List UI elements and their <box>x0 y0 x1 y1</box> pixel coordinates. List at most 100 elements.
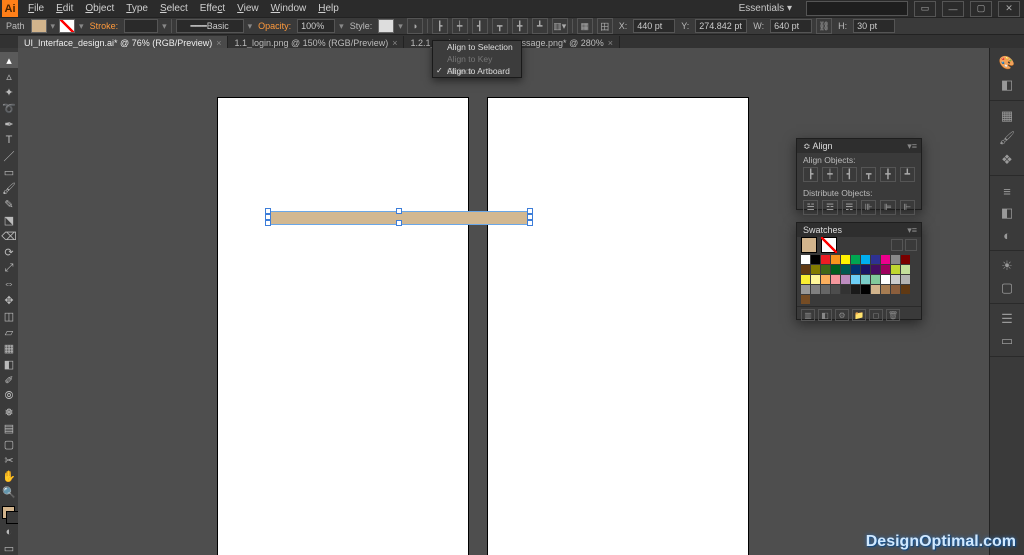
link-wh-icon[interactable]: ⛓ <box>816 18 832 34</box>
blob-brush-tool[interactable]: ⬔ <box>0 212 18 228</box>
layers-panel-icon[interactable]: ☰ <box>990 308 1024 330</box>
screen-mode-icon[interactable]: ▭ <box>0 540 18 555</box>
swatch-cell[interactable] <box>811 265 820 274</box>
new-swatch-icon[interactable]: ◻ <box>869 309 883 321</box>
swatch-cell[interactable] <box>861 275 870 284</box>
swatch-cell[interactable] <box>841 265 850 274</box>
menu-effect[interactable]: Effect <box>194 0 231 17</box>
workspace-switcher[interactable]: Essentials ▾ <box>731 3 800 14</box>
list-view-icon[interactable] <box>891 239 903 251</box>
swatch-cell[interactable] <box>841 275 850 284</box>
align-top-button[interactable]: ┳ <box>861 167 876 182</box>
selection-tool[interactable]: ▴ <box>0 52 18 68</box>
distribute-right-button[interactable]: ⊩ <box>900 200 915 215</box>
panel-menu-icon[interactable]: ▾≡ <box>903 141 921 152</box>
color-guide-panel-icon[interactable]: ◧ <box>990 74 1024 96</box>
window-maximize-icon[interactable]: ▢ <box>970 1 992 17</box>
free-transform-tool[interactable]: ✥ <box>0 292 18 308</box>
align-to-artboard-item[interactable]: ✓Align to Artboard <box>433 65 521 77</box>
artboard[interactable] <box>218 98 468 555</box>
swatch-cell[interactable] <box>891 285 900 294</box>
swatch-cell[interactable] <box>871 265 880 274</box>
magic-wand-tool[interactable]: ✦ <box>0 84 18 100</box>
lasso-tool[interactable]: ➰ <box>0 100 18 116</box>
align-bottom-button[interactable]: ┻ <box>900 167 915 182</box>
graphic-styles-panel-icon[interactable]: ▢ <box>990 277 1024 299</box>
swatch-cell[interactable] <box>861 285 870 294</box>
panel-menu-icon[interactable]: ▾≡ <box>903 225 921 236</box>
fill-swatch[interactable] <box>801 237 817 253</box>
blend-tool[interactable]: ⦾ <box>0 388 18 404</box>
rectangle-tool[interactable]: ▭ <box>0 164 18 180</box>
align-left-button[interactable]: ┣ <box>803 167 818 182</box>
brush-field[interactable]: ━━━ Basic <box>176 19 244 33</box>
opacity-field[interactable]: 100% <box>297 19 335 33</box>
swatch-kind-icon[interactable]: ◧ <box>818 309 832 321</box>
h-field[interactable]: 30 pt <box>853 19 895 33</box>
menu-select[interactable]: Select <box>154 0 194 17</box>
menu-view[interactable]: View <box>231 0 265 17</box>
swatch-cell[interactable] <box>891 275 900 284</box>
swatch-cell[interactable] <box>881 265 890 274</box>
close-tab-icon[interactable]: × <box>216 38 221 48</box>
menu-type[interactable]: Type <box>120 0 154 17</box>
align-hcenter-button[interactable]: ┿ <box>822 167 837 182</box>
swatch-cell[interactable] <box>811 285 820 294</box>
menu-file[interactable]: File <box>22 0 50 17</box>
swatch-cell[interactable] <box>841 255 850 264</box>
swatch-cell[interactable] <box>841 285 850 294</box>
transparency-panel-icon[interactable]: ◐ <box>990 224 1024 246</box>
rotate-tool[interactable]: ⟳ <box>0 244 18 260</box>
w-field[interactable]: 640 pt <box>770 19 812 33</box>
swatch-cell[interactable] <box>821 285 830 294</box>
distribute-left-button[interactable]: ⊪ <box>861 200 876 215</box>
shape-mode-icon[interactable]: ▦ <box>577 18 593 34</box>
recolor-icon[interactable]: ◑ <box>407 18 423 34</box>
pencil-tool[interactable]: ✎ <box>0 196 18 212</box>
swatch-cell[interactable] <box>831 285 840 294</box>
distribute-bottom-button[interactable]: ☴ <box>842 200 857 215</box>
menu-help[interactable]: Help <box>312 0 345 17</box>
stroke-weight-field[interactable] <box>124 19 158 33</box>
line-tool[interactable]: ／ <box>0 148 18 164</box>
color-panel-icon[interactable]: 🎨 <box>990 52 1024 74</box>
swatch-cell[interactable] <box>851 255 860 264</box>
artboard-tool[interactable]: ▢ <box>0 436 18 452</box>
align-right-button[interactable]: ┫ <box>842 167 857 182</box>
distribute-vcenter-button[interactable]: ☲ <box>822 200 837 215</box>
swatch-cell[interactable] <box>871 275 880 284</box>
align-left-icon[interactable]: ┣ <box>432 18 448 34</box>
y-field[interactable]: 274.842 pt <box>695 19 747 33</box>
swatch-cell[interactable] <box>901 265 910 274</box>
artboards-panel-icon[interactable]: ▭ <box>990 330 1024 352</box>
window-close-icon[interactable]: ✕ <box>998 1 1020 17</box>
swatch-cell[interactable] <box>851 265 860 274</box>
close-tab-icon[interactable]: × <box>392 38 397 48</box>
swatch-options-icon[interactable]: ⚙ <box>835 309 849 321</box>
mesh-tool[interactable]: ▦ <box>0 340 18 356</box>
symbols-panel-icon[interactable]: ❖ <box>990 149 1024 171</box>
swatch-cell[interactable] <box>801 285 810 294</box>
align-right-icon[interactable]: ┫ <box>472 18 488 34</box>
swatch-cell[interactable] <box>901 275 910 284</box>
swatch-cell[interactable] <box>881 285 890 294</box>
fill-swatch[interactable] <box>31 19 47 33</box>
artboard[interactable] <box>488 98 748 555</box>
swatch-cell[interactable] <box>811 255 820 264</box>
swatch-cell[interactable] <box>831 265 840 274</box>
swatch-cell[interactable] <box>801 255 810 264</box>
align-bottom-icon[interactable]: ┻ <box>532 18 548 34</box>
align-vcenter-button[interactable]: ╋ <box>880 167 895 182</box>
shape-builder-tool[interactable]: ◫ <box>0 308 18 324</box>
type-tool[interactable]: T <box>0 132 18 148</box>
distribute-top-button[interactable]: ☱ <box>803 200 818 215</box>
delete-swatch-icon[interactable]: 🗑 <box>886 309 900 321</box>
align-top-icon[interactable]: ┳ <box>492 18 508 34</box>
selected-object[interactable] <box>268 211 530 223</box>
swatch-cell[interactable] <box>831 275 840 284</box>
align-to-selection-item[interactable]: Align to Selection <box>433 41 521 53</box>
swatch-cell[interactable] <box>811 275 820 284</box>
align-hcenter-icon[interactable]: ┿ <box>452 18 468 34</box>
swatch-libraries-icon[interactable]: ▥ <box>801 309 815 321</box>
swatch-cell[interactable] <box>881 255 890 264</box>
